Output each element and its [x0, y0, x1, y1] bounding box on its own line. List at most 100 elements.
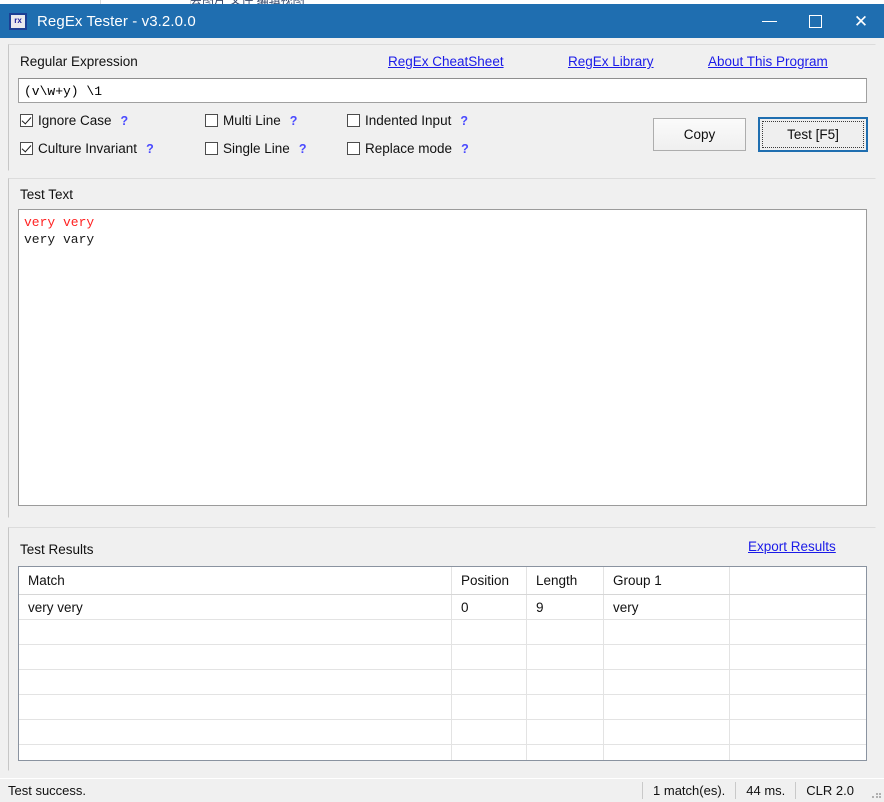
test-button[interactable]: Test [F5]: [758, 117, 868, 152]
table-row-empty[interactable]: [19, 670, 866, 695]
option-single-line[interactable]: Single Line ?: [205, 141, 306, 156]
cell-empty: [604, 670, 730, 694]
culture-invariant-label: Culture Invariant: [38, 141, 138, 156]
cell-empty: [19, 645, 452, 669]
cell-empty: [730, 670, 866, 694]
cell-empty: [604, 745, 730, 760]
cell-empty: [19, 670, 452, 694]
cell-empty: [19, 720, 452, 744]
cell-empty: [604, 720, 730, 744]
test-text-line-matched: very very: [24, 215, 95, 230]
option-multi-line[interactable]: Multi Line ?: [205, 113, 297, 128]
status-match-count: 1 match(es).: [653, 783, 726, 798]
table-row[interactable]: very very 0 9 very: [19, 595, 866, 620]
culture-invariant-help-icon[interactable]: ?: [146, 142, 154, 156]
cell-empty: [527, 720, 604, 744]
table-row-empty[interactable]: [19, 620, 866, 645]
close-button[interactable]: ✕: [838, 4, 884, 38]
status-elapsed-time: 44 ms.: [746, 783, 786, 798]
cell-empty: [452, 745, 527, 760]
test-text-label: Test Text: [20, 187, 74, 202]
cell-empty: [527, 620, 604, 644]
ignore-case-label: Ignore Case: [38, 113, 112, 128]
minimize-icon: [761, 20, 777, 22]
single-line-help-icon[interactable]: ?: [299, 142, 307, 156]
test-results-label: Test Results: [20, 542, 94, 557]
cell-empty: [730, 595, 866, 619]
regex-input[interactable]: (v\w+y) \1: [18, 78, 867, 103]
indented-input-help-icon[interactable]: ?: [460, 114, 468, 128]
table-row-empty[interactable]: [19, 695, 866, 720]
cell-empty: [730, 745, 866, 760]
column-header-length[interactable]: Length: [527, 567, 604, 594]
cell-empty: [452, 695, 527, 719]
cell-group1: very: [604, 595, 730, 619]
link-regex-cheatsheet[interactable]: RegEx CheatSheet: [388, 54, 504, 69]
cell-empty: [19, 745, 452, 760]
cell-match: very very: [19, 595, 452, 619]
test-text-area[interactable]: very very very vary: [18, 209, 867, 506]
cell-empty: [452, 720, 527, 744]
indented-input-label: Indented Input: [365, 113, 452, 128]
cell-empty: [730, 720, 866, 744]
multi-line-label: Multi Line: [223, 113, 281, 128]
status-message: Test success.: [8, 783, 87, 798]
window-title: RegEx Tester - v3.2.0.0: [37, 12, 196, 30]
replace-mode-checkbox[interactable]: [347, 142, 360, 155]
cell-position: 0: [452, 595, 527, 619]
cell-empty: [452, 645, 527, 669]
results-header-row: Match Position Length Group 1: [19, 567, 866, 595]
resize-grip-icon[interactable]: [866, 783, 882, 799]
regex-tester-window: 会图片 文件 编辑视图 rx RegEx Tester - v3.2.0.0 ✕…: [0, 0, 884, 802]
link-export-results[interactable]: Export Results: [748, 539, 836, 554]
indented-input-checkbox[interactable]: [347, 114, 360, 127]
column-header-group1[interactable]: Group 1: [604, 567, 730, 594]
column-header-match[interactable]: Match: [19, 567, 452, 594]
culture-invariant-checkbox[interactable]: [20, 142, 33, 155]
single-line-checkbox[interactable]: [205, 142, 218, 155]
replace-mode-label: Replace mode: [365, 141, 453, 156]
maximize-button[interactable]: [792, 4, 838, 38]
table-row-empty[interactable]: [19, 745, 866, 760]
results-grid[interactable]: Match Position Length Group 1 very very …: [18, 566, 867, 761]
title-bar[interactable]: rx RegEx Tester - v3.2.0.0 ✕: [0, 4, 884, 38]
option-culture-invariant[interactable]: Culture Invariant ?: [20, 141, 154, 156]
replace-mode-help-icon[interactable]: ?: [461, 142, 469, 156]
option-indented-input[interactable]: Indented Input ?: [347, 113, 468, 128]
cell-empty: [604, 695, 730, 719]
app-icon: rx: [9, 12, 27, 30]
cell-empty: [730, 645, 866, 669]
column-header-position[interactable]: Position: [452, 567, 527, 594]
single-line-label: Single Line: [223, 141, 290, 156]
cell-empty: [527, 645, 604, 669]
ignore-case-checkbox[interactable]: [20, 114, 33, 127]
app-icon-label: rx: [14, 16, 22, 25]
copy-button[interactable]: Copy: [653, 118, 746, 151]
cell-length: 9: [527, 595, 604, 619]
multi-line-checkbox[interactable]: [205, 114, 218, 127]
window-controls: ✕: [746, 4, 884, 38]
multi-line-help-icon[interactable]: ?: [290, 114, 298, 128]
maximize-icon: [808, 14, 822, 28]
close-icon: ✕: [853, 11, 869, 31]
link-regex-library[interactable]: RegEx Library: [568, 54, 654, 69]
option-replace-mode[interactable]: Replace mode ?: [347, 141, 469, 156]
test-text-line-plain: very vary: [24, 232, 95, 247]
cell-empty: [527, 695, 604, 719]
cell-empty: [452, 620, 527, 644]
cell-empty: [19, 620, 452, 644]
cell-empty: [730, 620, 866, 644]
cell-empty: [19, 695, 452, 719]
cell-empty: [527, 745, 604, 760]
cell-empty: [527, 670, 604, 694]
column-header-empty[interactable]: [730, 567, 866, 594]
ignore-case-help-icon[interactable]: ?: [121, 114, 129, 128]
status-bar: Test success. 1 match(es). 44 ms. CLR 2.…: [0, 778, 884, 802]
table-row-empty[interactable]: [19, 720, 866, 745]
minimize-button[interactable]: [746, 4, 792, 38]
table-row-empty[interactable]: [19, 645, 866, 670]
option-ignore-case[interactable]: Ignore Case ?: [20, 113, 128, 128]
link-about-this-program[interactable]: About This Program: [708, 54, 828, 69]
status-clr-version: CLR 2.0: [806, 783, 854, 798]
cell-empty: [452, 670, 527, 694]
